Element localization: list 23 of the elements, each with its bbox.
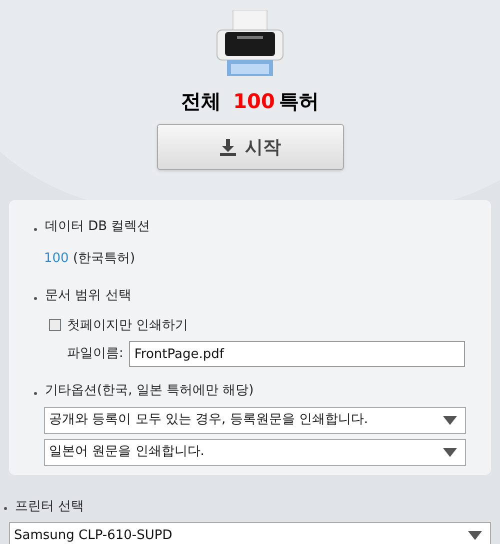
download-icon (219, 138, 237, 156)
printer-icon (215, 10, 285, 76)
option-select[interactable]: 일본어 원문을 인쇄합니다. (44, 438, 466, 466)
section-label: 프린터 선택 (15, 498, 84, 516)
caret-icon (443, 416, 457, 424)
option-select[interactable]: 공개와 등록이 모두 있는 경우, 등록원문을 인쇄합니다. (44, 406, 466, 434)
bullet-icon (34, 392, 37, 394)
section-label: 기타옵션(한국, 일본 특허에만 해당) (45, 382, 254, 400)
checkbox[interactable] (49, 319, 61, 332)
bullet-icon (4, 507, 7, 510)
caret-icon (443, 448, 457, 456)
caret-icon (468, 531, 482, 540)
file-name-field[interactable]: FrontPage.pdf (129, 341, 466, 367)
section-label: 데이터 DB 컬렉션 (45, 218, 150, 236)
heading: 전체 100 특허 (181, 88, 319, 115)
checkbox-label: 첫페이지만 인쇄하기 (67, 316, 188, 334)
bullet-icon (34, 228, 37, 230)
start-button[interactable]: 시작 (156, 124, 344, 170)
bullet-icon (34, 296, 37, 300)
field-label: 파일이름: (67, 345, 124, 364)
section-label: 문서 범위 선택 (45, 287, 132, 305)
printer-select[interactable]: Samsung CLP-610-SUPD (9, 522, 491, 544)
collection-count: 100 (한국특허) (44, 250, 136, 268)
